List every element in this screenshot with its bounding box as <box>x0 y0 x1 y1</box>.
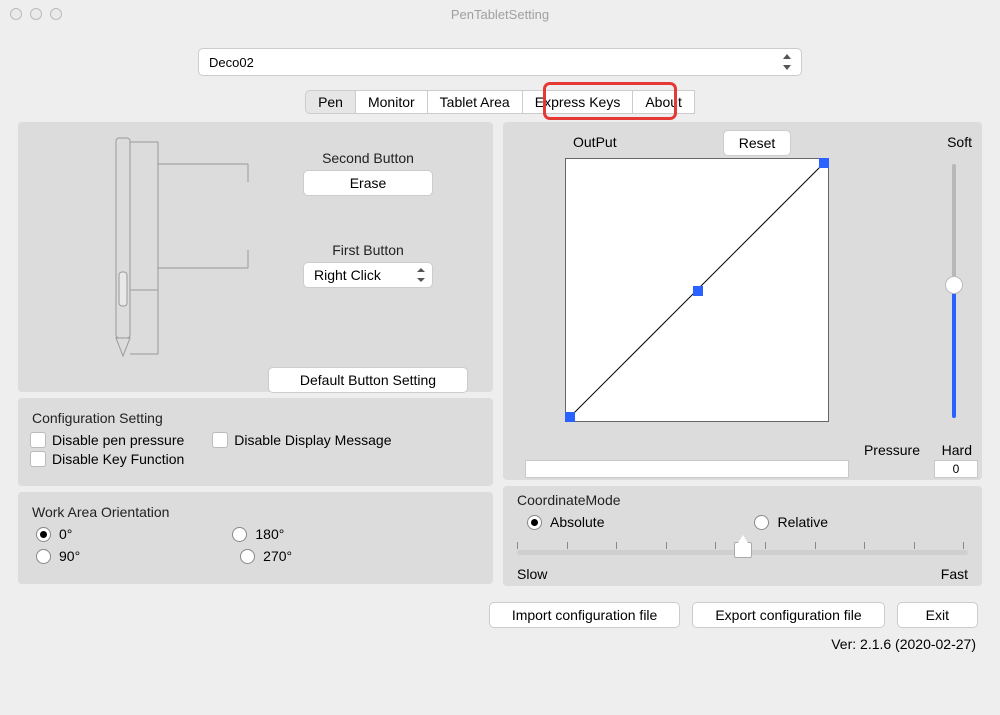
device-select[interactable]: Deco02 <box>198 48 802 76</box>
tab-tablet-area[interactable]: Tablet Area <box>427 90 523 114</box>
export-config-label: Export configuration file <box>715 607 861 623</box>
radio-icon <box>232 527 247 542</box>
slider-thumb[interactable] <box>945 276 963 294</box>
first-button-title: First Button <box>268 242 468 258</box>
pressure-label: Pressure <box>864 442 920 458</box>
absolute-label: Absolute <box>550 514 604 530</box>
pen-illustration <box>48 132 258 372</box>
fast-label: Fast <box>941 566 968 582</box>
checkbox-icon <box>30 451 46 467</box>
tab-pen[interactable]: Pen <box>305 90 356 114</box>
disable-key-function-checkbox[interactable]: Disable Key Function <box>30 451 184 467</box>
import-config-button[interactable]: Import configuration file <box>489 602 681 628</box>
orientation-180-radio[interactable]: 180° <box>232 526 284 542</box>
slow-label: Slow <box>517 566 547 582</box>
orientation-90-radio[interactable]: 90° <box>36 548 80 564</box>
chevron-updown-icon <box>416 268 426 282</box>
configuration-title: Configuration Setting <box>32 410 483 426</box>
coordinate-mode-title: CoordinateMode <box>517 492 972 508</box>
exit-label: Exit <box>926 607 949 623</box>
disable-display-message-label: Disable Display Message <box>234 432 391 448</box>
hard-label: Hard <box>942 442 972 458</box>
speed-slider[interactable] <box>517 546 968 556</box>
slider-tick <box>815 542 816 549</box>
tab-bar: Pen Monitor Tablet Area Express Keys Abo… <box>18 90 982 114</box>
reset-label: Reset <box>739 135 776 151</box>
relative-label: Relative <box>777 514 828 530</box>
slider-thumb[interactable] <box>734 542 752 558</box>
radio-icon <box>36 549 51 564</box>
orientation-0-label: 0° <box>59 526 72 542</box>
exit-button[interactable]: Exit <box>897 602 978 628</box>
soft-label: Soft <box>947 134 972 150</box>
curve-point-end[interactable] <box>819 158 829 168</box>
curve-point-mid[interactable] <box>693 286 703 296</box>
orientation-90-label: 90° <box>59 548 80 564</box>
orientation-title: Work Area Orientation <box>32 504 483 520</box>
radio-icon <box>754 515 769 530</box>
disable-pen-pressure-checkbox[interactable]: Disable pen pressure <box>30 432 184 448</box>
tab-monitor[interactable]: Monitor <box>355 90 428 114</box>
default-button-setting-button[interactable]: Default Button Setting <box>268 367 468 393</box>
slider-tick <box>963 542 964 549</box>
export-config-button[interactable]: Export configuration file <box>692 602 884 628</box>
slider-tick <box>765 542 766 549</box>
disable-key-function-label: Disable Key Function <box>52 451 184 467</box>
disable-display-message-checkbox[interactable]: Disable Display Message <box>212 432 391 448</box>
output-label: OutPut <box>573 134 617 150</box>
checkbox-icon <box>30 432 46 448</box>
import-config-label: Import configuration file <box>512 607 658 623</box>
window-title: PenTabletSetting <box>0 7 1000 22</box>
orientation-panel: Work Area Orientation 0° 180° 90° <box>18 492 493 584</box>
second-button-select[interactable]: Erase <box>303 170 433 196</box>
slider-tick <box>616 542 617 549</box>
coordinate-mode-panel: CoordinateMode Absolute Relative <box>503 486 982 586</box>
orientation-270-label: 270° <box>263 548 292 564</box>
curve-point-start[interactable] <box>565 412 575 422</box>
device-select-value: Deco02 <box>209 55 254 70</box>
chevron-updown-icon <box>781 54 793 70</box>
bottom-button-row: Import configuration file Export configu… <box>18 602 978 628</box>
slider-tick <box>864 542 865 549</box>
radio-icon <box>527 515 542 530</box>
slider-tick <box>517 542 518 549</box>
window-titlebar: PenTabletSetting <box>0 0 1000 28</box>
orientation-270-radio[interactable]: 270° <box>240 548 292 564</box>
slider-tick <box>715 542 716 549</box>
checkbox-icon <box>212 432 228 448</box>
soft-hard-slider[interactable] <box>952 164 956 418</box>
reset-button[interactable]: Reset <box>723 130 791 156</box>
pressure-value: 0 <box>934 460 978 478</box>
pressure-curve[interactable] <box>565 158 829 422</box>
relative-radio[interactable]: Relative <box>754 514 828 530</box>
default-button-label: Default Button Setting <box>300 372 436 388</box>
slider-tick <box>914 542 915 549</box>
pressure-curve-panel: OutPut Reset Soft Pressure <box>503 122 982 480</box>
slider-tick <box>567 542 568 549</box>
radio-icon <box>36 527 51 542</box>
slider-fill <box>952 284 956 418</box>
slider-tick <box>666 542 667 549</box>
tab-express-keys[interactable]: Express Keys <box>522 90 634 114</box>
orientation-0-radio[interactable]: 0° <box>36 526 72 542</box>
disable-pen-pressure-label: Disable pen pressure <box>52 432 184 448</box>
orientation-180-label: 180° <box>255 526 284 542</box>
absolute-radio[interactable]: Absolute <box>527 514 604 530</box>
second-button-value: Erase <box>350 175 387 191</box>
radio-icon <box>240 549 255 564</box>
configuration-panel: Configuration Setting Disable pen pressu… <box>18 398 493 486</box>
first-button-select[interactable]: Right Click <box>303 262 433 288</box>
version-label: Ver: 2.1.6 (2020-02-27) <box>18 636 976 652</box>
second-button-title: Second Button <box>268 150 468 166</box>
tab-about[interactable]: About <box>632 90 695 114</box>
pen-settings-panel: Second Button Erase First Button Right C… <box>18 122 493 392</box>
pressure-readout-bar <box>525 460 849 478</box>
first-button-value: Right Click <box>314 267 381 283</box>
